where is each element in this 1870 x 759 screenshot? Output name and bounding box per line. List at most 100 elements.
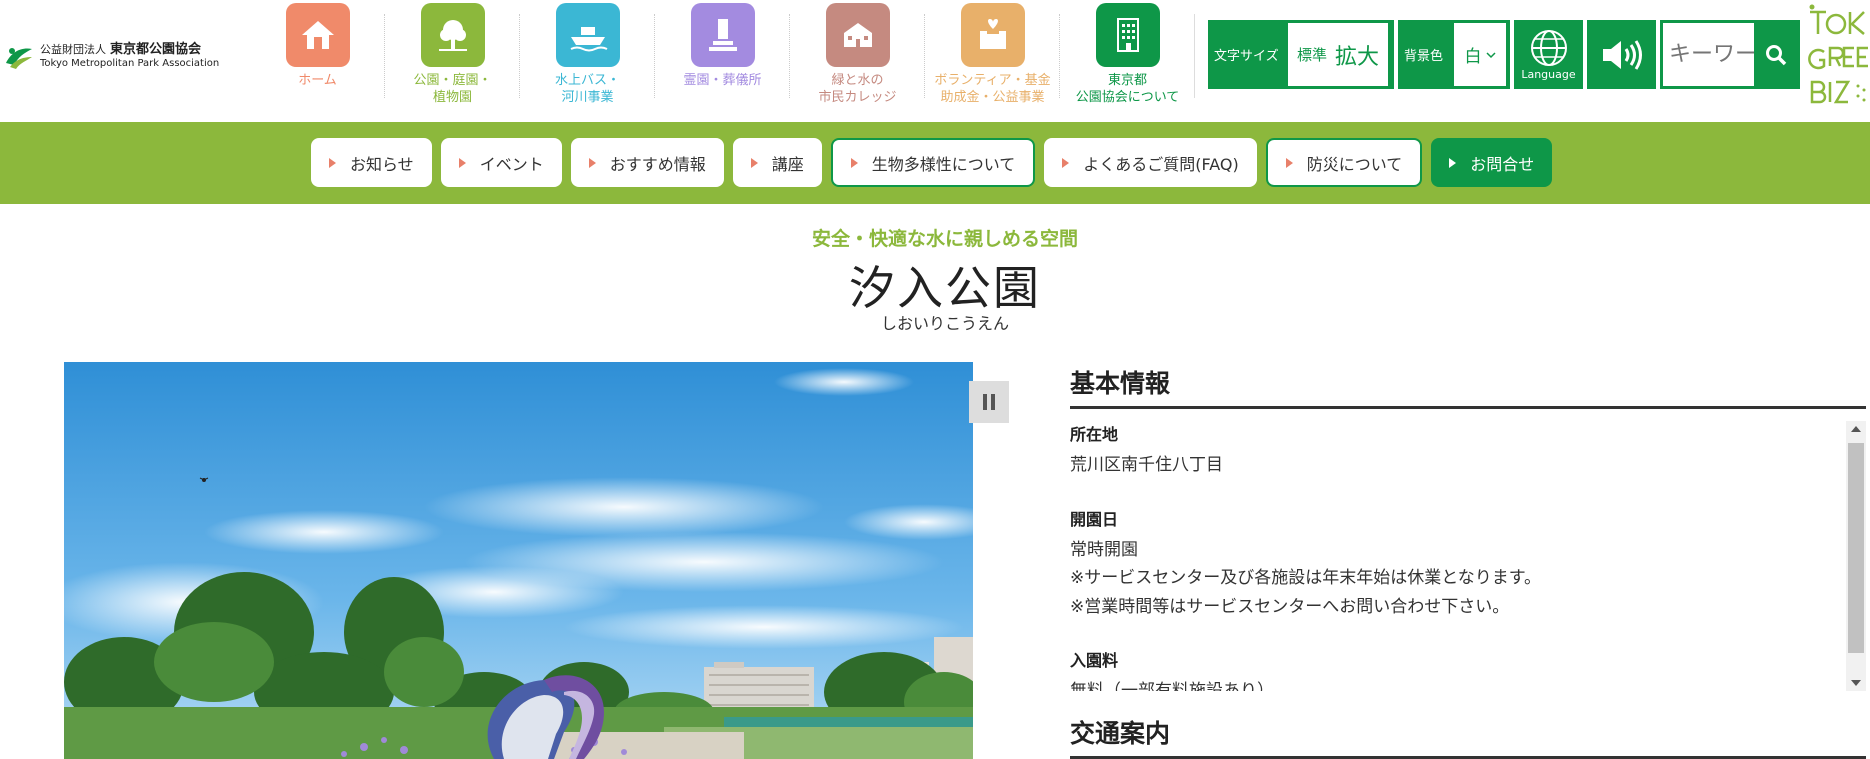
menu-disaster-prevention[interactable]: 防災について: [1265, 138, 1423, 187]
menu-label: お問合せ: [1470, 154, 1535, 174]
home-icon: [285, 3, 350, 67]
info-term-open-days: 開園日: [1070, 509, 1119, 529]
menu-label: よくあるご質問(FAQ): [1083, 154, 1239, 174]
info-line: 荒川区南千住八丁目: [1070, 455, 1223, 475]
menu-contact[interactable]: お問合せ: [1431, 138, 1553, 187]
nav-item-parks[interactable]: 公園・庭園・ 植物園: [385, 0, 520, 108]
arrow-right-icon: [329, 157, 336, 168]
menu-label: 生物多様性について: [871, 154, 1016, 174]
nav-label: 公園・庭園・ 植物園: [413, 73, 492, 105]
search-box: [1660, 20, 1800, 89]
access-heading: 交通案内: [1070, 714, 1866, 759]
read-aloud-button[interactable]: [1587, 20, 1656, 89]
nav-label: ボランティア・基金 助成金・公益事業: [934, 73, 1051, 105]
nav-label: 霊園・葬儀所: [683, 73, 762, 88]
info-line: 常時開園: [1070, 539, 1138, 560]
speaker-icon: [1602, 39, 1642, 70]
info-line: ※サービスセンター及び各施設は年末年始は休業となります。: [1070, 568, 1542, 589]
logo-english: Tokyo Metropolitan Park Association: [40, 57, 220, 69]
menu-label: 講座: [771, 154, 804, 174]
logo-name: 東京都公園協会: [110, 41, 202, 57]
nav-label: 水上バス・ 河川事業: [554, 73, 620, 105]
park-photo-slideshow: [64, 362, 973, 759]
utility-tools: 文字サイズ 標準 拡大 背景色 白 Language: [1208, 20, 1800, 90]
basic-info-heading: 基本情報: [1070, 364, 1866, 409]
font-size-control: 文字サイズ 標準 拡大: [1208, 20, 1394, 89]
tree-icon: [420, 3, 485, 67]
background-color-select[interactable]: 白: [1454, 23, 1506, 86]
background-color-label: 背景色: [1404, 49, 1444, 64]
nav-item-college[interactable]: 緑と水の 市民カレッジ: [790, 0, 925, 108]
nav-item-about[interactable]: 東京都 公園協会について: [1060, 0, 1195, 108]
donation-box-icon: [960, 3, 1025, 67]
info-term-admission: 入園料: [1070, 651, 1119, 671]
arrow-right-icon: [1062, 157, 1070, 168]
nav-item-home[interactable]: ホーム: [250, 0, 385, 108]
font-size-large-button[interactable]: 拡大: [1335, 39, 1379, 71]
school-icon: [825, 3, 890, 67]
logo-mark-icon: [6, 48, 32, 69]
pause-icon-bar: [991, 394, 995, 410]
page-title-reading: しおいりこうえん: [880, 314, 1009, 333]
font-size-standard-button[interactable]: 標準: [1297, 44, 1327, 65]
boat-icon: [555, 3, 620, 67]
arrow-right-icon: [750, 157, 758, 168]
nav-label: 東京都 公園協会について: [1075, 73, 1180, 105]
info-desc-admission: 無料（一部有料施設あり）: [1070, 677, 1826, 691]
arrow-right-icon: [850, 157, 858, 168]
nav-item-water-bus[interactable]: 水上バス・ 河川事業: [520, 0, 655, 108]
menu-events[interactable]: イベント: [440, 138, 562, 187]
pause-icon: [983, 394, 987, 410]
site-logo[interactable]: 公益財団法人 東京都公園協会 Tokyo Metropolitan Park As…: [4, 36, 244, 76]
scrollbar[interactable]: [1846, 421, 1866, 691]
arrow-right-icon: [588, 157, 596, 168]
sub-nav-bar: お知らせ イベント おすすめ情報 講座 生物多様性について よくあるご質問(FA…: [0, 122, 1870, 204]
arrow-right-icon: [1285, 157, 1293, 168]
menu-recommended[interactable]: おすすめ情報: [570, 138, 724, 187]
basic-info-panel: 基本情報 所在地 荒川区南千住八丁目 開園日 常時開園 ※サービスセンター及び各…: [1070, 364, 1870, 691]
menu-courses[interactable]: 講座: [732, 138, 822, 187]
info-line: 無料（一部有料施設あり）: [1070, 677, 1826, 691]
arrow-right-icon: [1449, 157, 1457, 168]
chevron-down-icon: [1485, 51, 1496, 58]
info-desc-open-days: 常時開園 ※サービスセンター及び各施設は年末年始は休業となります。 ※営業時間等…: [1070, 536, 1826, 622]
sub-nav: お知らせ イベント おすすめ情報 講座 生物多様性について よくあるご質問(FA…: [311, 138, 1553, 187]
site-header: 公益財団法人 東京都公園協会 Tokyo Metropolitan Park As…: [0, 0, 1870, 122]
menu-biodiversity[interactable]: 生物多様性について: [830, 138, 1036, 187]
page-title: 汐入公園: [849, 261, 1041, 315]
font-size-label: 文字サイズ: [1214, 49, 1279, 64]
tokyo-green-biz-logo[interactable]: [1808, 4, 1870, 106]
info-line: ※営業時間等はサービスセンターへお問い合わせ下さい。: [1070, 596, 1510, 617]
building-icon: [1095, 3, 1160, 67]
menu-label: 防災について: [1306, 154, 1403, 174]
slideshow-pause-button[interactable]: [969, 381, 1009, 423]
background-color-value: 白: [1464, 47, 1482, 67]
scroll-up-arrow-icon[interactable]: [1851, 426, 1861, 432]
nav-label: ホーム: [298, 73, 337, 88]
menu-faq[interactable]: よくあるご質問(FAQ): [1044, 138, 1257, 187]
main-nav: ホーム 公園・庭園・ 植物園 水上バス・ 河川事業 霊園・葬儀所 緑と水の 市民…: [250, 0, 1195, 110]
nav-label: 緑と水の 市民カレッジ: [818, 73, 897, 105]
logo-prefix: 公益財団法人: [40, 42, 106, 56]
search-button[interactable]: [1754, 23, 1797, 86]
menu-label: イベント: [479, 154, 544, 174]
language-label: Language: [1521, 68, 1576, 81]
scroll-down-arrow-icon[interactable]: [1851, 680, 1861, 686]
language-button[interactable]: Language: [1514, 20, 1583, 89]
search-icon: [1765, 44, 1786, 65]
park-photo: [64, 362, 973, 759]
background-color-control: 背景色 白: [1398, 20, 1510, 89]
page-subtitle: 安全・快適な水に親しめる空間: [811, 228, 1078, 250]
monument-icon: [690, 3, 755, 67]
info-term-address: 所在地: [1070, 425, 1119, 444]
nav-item-volunteer[interactable]: ボランティア・基金 助成金・公益事業: [925, 0, 1060, 108]
search-input[interactable]: [1663, 23, 1754, 86]
info-desc-address: 荒川区南千住八丁目: [1070, 451, 1826, 480]
nav-item-cemetery[interactable]: 霊園・葬儀所: [655, 0, 790, 108]
globe-icon: [1530, 30, 1567, 66]
arrow-right-icon: [458, 157, 466, 168]
menu-label: お知らせ: [350, 154, 414, 174]
menu-news[interactable]: お知らせ: [311, 138, 432, 187]
scrollbar-thumb[interactable]: [1848, 443, 1864, 653]
basic-info-scroll-area[interactable]: 所在地 荒川区南千住八丁目 開園日 常時開園 ※サービスセンター及び各施設は年末…: [1070, 421, 1866, 691]
